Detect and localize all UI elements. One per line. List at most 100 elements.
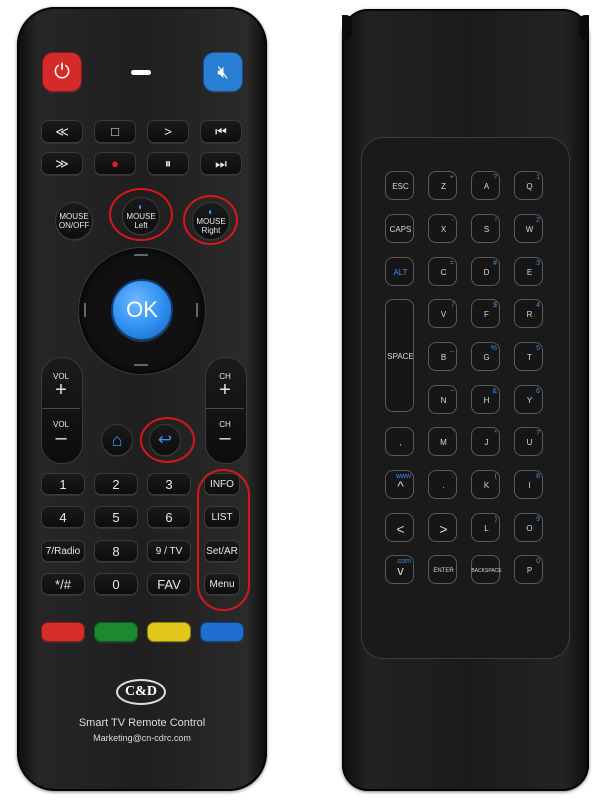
key-p[interactable]: P0 <box>514 555 543 584</box>
dpad-down-mark <box>134 364 148 366</box>
numpad-label: FAV <box>157 576 181 592</box>
enter-label: ENTER <box>433 567 454 574</box>
key-f[interactable]: F $ <box>471 299 500 328</box>
key-c[interactable]: C = <box>428 257 457 286</box>
contact-email: Marketing@cn-cdrc.com <box>93 733 191 743</box>
green-key[interactable] <box>94 622 138 642</box>
key-x[interactable]: X- <box>428 214 457 243</box>
key-symbol: 7 <box>536 430 540 437</box>
key-k[interactable]: K( <box>471 470 500 499</box>
6-button[interactable]: 6 <box>147 506 191 528</box>
power-button[interactable]: ⏻ <box>42 52 82 92</box>
7-radio-button[interactable]: 7/Radio <box>41 540 85 562</box>
channel-up-button[interactable]: CH + <box>206 365 244 405</box>
plus-icon: + <box>55 378 67 401</box>
key-r[interactable]: R4 <box>514 299 543 328</box>
9-tv-button[interactable]: 9 / TV <box>147 540 191 562</box>
power-icon: ⏻ <box>54 60 70 83</box>
www-label: www <box>395 473 411 480</box>
fav-button[interactable]: FAV <box>147 573 191 595</box>
ok-button[interactable]: OK <box>111 279 173 341</box>
channel-down-button[interactable]: CH – <box>206 413 244 453</box>
mouse-onoff-button[interactable]: MOUSE ON/OFF <box>55 202 93 240</box>
backspace-key[interactable]: BACKSPACE <box>471 555 502 584</box>
key-period[interactable]: .: <box>428 470 457 499</box>
key-symbol: ? <box>493 174 497 181</box>
alt-key[interactable]: ALT <box>385 257 414 286</box>
key-d[interactable]: D # <box>471 257 500 286</box>
back-remote-keyboard: ESC CAPS ALT SPACE, ^ www < v .com Z + X - C = V / B _ N ~ M '… <box>342 9 589 791</box>
top-edge-left-notch <box>342 15 352 39</box>
fast-forward-button[interactable]: ≫ <box>41 152 83 175</box>
key-symbol: * <box>494 430 497 437</box>
key-symbol: ' <box>452 430 454 437</box>
key-symbol: 6 <box>536 388 540 395</box>
8-button[interactable]: 8 <box>94 540 138 562</box>
1-button[interactable]: 1 <box>41 473 85 495</box>
volume-down-button[interactable]: VOL – <box>42 413 80 453</box>
4-button[interactable]: 4 <box>41 506 85 528</box>
key-n[interactable]: N ~ <box>428 385 457 414</box>
enter-key[interactable]: ENTER <box>428 555 457 584</box>
com-label: .com <box>395 558 411 565</box>
rewind-icon: ≪ <box>55 123 69 139</box>
2-button[interactable]: 2 <box>94 473 138 495</box>
home-button[interactable]: ⌂ <box>101 424 133 456</box>
5-button[interactable]: 5 <box>94 506 138 528</box>
mute-button[interactable]: 🔇︎ <box>203 52 243 92</box>
numpad-label: 6 <box>165 509 173 525</box>
plus-icon: + <box>219 378 231 401</box>
space-label: SPACE <box>387 352 414 361</box>
esc-key[interactable]: ESC <box>385 171 414 200</box>
key-a[interactable]: A? <box>471 171 500 200</box>
numpad-label: 2 <box>112 476 120 492</box>
right-arrow-key[interactable]: > <box>428 513 457 542</box>
key-u[interactable]: U7 <box>514 427 543 456</box>
key-l[interactable]: L) <box>471 513 500 542</box>
star-hash-button[interactable]: */# <box>41 573 85 595</box>
numpad-label: */# <box>55 576 71 592</box>
key-z[interactable]: Z + <box>428 171 457 200</box>
numpad-label: 3 <box>165 476 173 492</box>
up-arrow-key[interactable]: ^ www <box>385 470 414 499</box>
key-s[interactable]: S! <box>471 214 500 243</box>
minus-icon: – <box>55 426 67 449</box>
key-j[interactable]: J * <box>471 427 500 456</box>
key-t[interactable]: T5 <box>514 342 543 371</box>
pause-button[interactable]: ⏸ <box>147 152 189 175</box>
play-button[interactable]: > <box>147 120 189 143</box>
key-w[interactable]: W2 <box>514 214 543 243</box>
rewind-button[interactable]: ≪ <box>41 120 83 143</box>
key-q[interactable]: Q1 <box>514 171 543 200</box>
key-i[interactable]: I8 <box>514 470 543 499</box>
ch-divider <box>206 408 244 409</box>
next-icon: ⏭ <box>215 155 227 171</box>
down-arrow-key[interactable]: v .com <box>385 555 414 584</box>
key-h[interactable]: H & <box>471 385 500 414</box>
key-symbol: ~ <box>449 388 454 395</box>
key-g[interactable]: G% <box>471 342 500 371</box>
0-button[interactable]: 0 <box>94 573 138 595</box>
key-m[interactable]: M ' <box>428 427 457 456</box>
backspace-label: BACKSPACE <box>471 567 502 574</box>
key-e[interactable]: E3 <box>514 257 543 286</box>
space-key[interactable]: SPACE <box>385 299 414 412</box>
previous-button[interactable]: ⏮ <box>200 120 242 143</box>
volume-up-button[interactable]: VOL + <box>42 365 80 405</box>
record-button[interactable]: ● <box>94 152 136 175</box>
key-o[interactable]: O9 <box>514 513 543 542</box>
key-symbol: ( <box>494 473 497 480</box>
left-arrow-key[interactable]: < <box>385 513 414 542</box>
caps-key[interactable]: CAPS <box>385 214 414 243</box>
stop-button[interactable]: □ <box>94 120 136 143</box>
key-b[interactable]: B _ <box>428 342 457 371</box>
yellow-key[interactable] <box>147 622 191 642</box>
key-y[interactable]: Y6 <box>514 385 543 414</box>
comma-key[interactable]: , <box>385 427 414 456</box>
3-button[interactable]: 3 <box>147 473 191 495</box>
key-v[interactable]: V / <box>428 299 457 328</box>
blue-key[interactable] <box>200 622 244 642</box>
next-button[interactable]: ⏭ <box>200 152 242 175</box>
alt-label: ALT <box>393 268 408 277</box>
red-key[interactable] <box>41 622 85 642</box>
